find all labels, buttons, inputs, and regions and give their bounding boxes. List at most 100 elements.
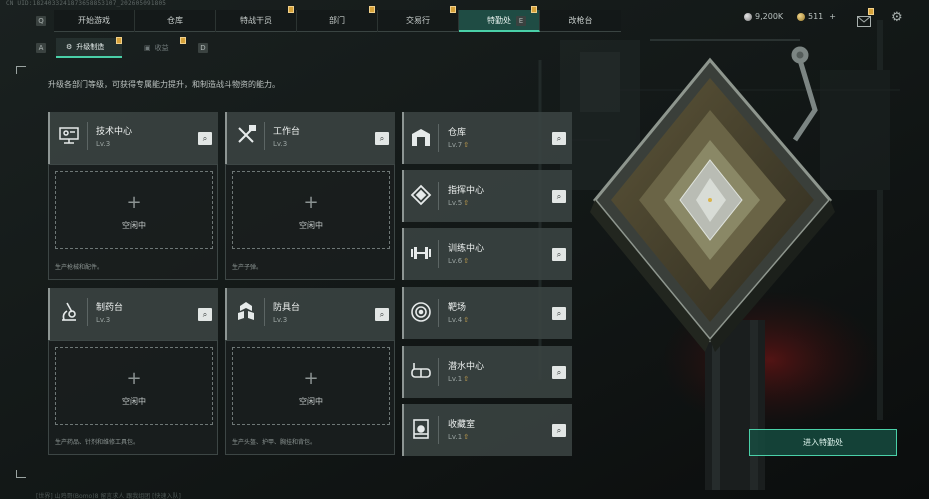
subtab-prev-key-hint[interactable]: A	[36, 43, 46, 53]
divider	[87, 298, 88, 326]
workshop-card-pharmacy[interactable]: 制药台 Lv.3 ⌕	[48, 288, 218, 340]
upgrade-arrow-icon: ⇧	[463, 199, 470, 207]
production-slot[interactable]: + 空闲中	[55, 171, 213, 249]
production-slot[interactable]: + 空闲中	[232, 347, 390, 425]
production-description: 生产头盔、护甲、胸挂和背包。	[232, 439, 317, 446]
silver-amount: 9,200K	[755, 12, 784, 21]
armor-icon	[235, 300, 257, 322]
slot-status: 空闲中	[122, 221, 146, 230]
facility-name: 潜水中心	[448, 362, 485, 372]
facility-name: 指挥中心	[448, 186, 485, 196]
production-description: 生产子弹。	[232, 264, 263, 271]
player-uid-text: CN UID:1824033241873658853107_2026050918…	[6, 0, 167, 7]
workshop-level: Lv.3	[96, 316, 111, 324]
search-icon[interactable]: ⌕	[375, 132, 389, 145]
divider	[438, 299, 439, 327]
production-slot[interactable]: + 空闲中	[232, 171, 390, 249]
facility-card-diving-center[interactable]: 潜水中心 Lv.1⇧ ⌕	[402, 346, 572, 398]
workshop-card-workbench[interactable]: 工作台 Lv.3 ⌕	[225, 112, 395, 164]
search-icon[interactable]: ⌕	[198, 132, 212, 145]
facility-card-training-center[interactable]: 训练中心 Lv.6⇧ ⌕	[402, 228, 572, 280]
tab-label: 交易行	[406, 16, 430, 25]
subtab-next-key-hint[interactable]: D	[198, 43, 208, 53]
tab-label: 开始游戏	[78, 16, 110, 25]
slot-status: 空闲中	[299, 397, 323, 406]
tab-departments[interactable]: 部门	[297, 6, 378, 32]
warehouse-icon	[410, 126, 432, 148]
search-icon[interactable]: ⌕	[552, 307, 566, 320]
search-icon[interactable]: ⌕	[552, 132, 566, 145]
enter-special-service-button[interactable]: 进入特勤处	[749, 429, 897, 456]
mail-icon[interactable]	[857, 8, 874, 27]
settings-gear-icon[interactable]: ⚙	[891, 11, 903, 24]
upgrade-manufacture-icon: ⚙	[66, 43, 73, 51]
add-currency-icon[interactable]: +	[829, 12, 836, 21]
facility-card-command-center[interactable]: 指挥中心 Lv.5⇧ ⌕	[402, 170, 572, 222]
search-icon[interactable]: ⌕	[552, 190, 566, 203]
search-icon[interactable]: ⌕	[552, 248, 566, 261]
subtab-label: 收益	[154, 44, 169, 52]
notification-badge	[288, 6, 294, 13]
facility-level: Lv.1⇧	[448, 433, 469, 441]
frame-corner	[16, 66, 26, 74]
facility-card-warehouse[interactable]: 仓库 Lv.7⇧ ⌕	[402, 112, 572, 164]
tab-trade-market[interactable]: 交易行	[378, 6, 459, 32]
search-icon[interactable]: ⌕	[198, 308, 212, 321]
nav-next-key-hint[interactable]: E	[516, 16, 526, 26]
command-icon	[410, 184, 432, 206]
microscope-icon	[58, 300, 80, 322]
notification-badge	[868, 8, 874, 15]
add-plus-icon: +	[303, 368, 319, 389]
tab-warehouse[interactable]: 仓库	[135, 10, 216, 32]
notification-badge	[180, 37, 186, 44]
workshop-card-armor-bench[interactable]: 防具台 Lv.3 ⌕	[225, 288, 395, 340]
facility-card-collection-room[interactable]: 收藏室 Lv.1⇧ ⌕	[402, 404, 572, 456]
upgrade-arrow-icon: ⇧	[463, 316, 470, 324]
production-panel-armor-bench: + 空闲中 生产头盔、护甲、胸挂和背包。	[225, 340, 395, 455]
workshop-name: 工作台	[273, 127, 301, 137]
add-plus-icon: +	[303, 192, 319, 213]
diving-mask-icon	[410, 360, 432, 382]
level-text: Lv.1	[448, 375, 463, 383]
subtab-upgrade-manufacture[interactable]: ⚙ 升级制造	[56, 37, 122, 58]
notification-badge	[369, 6, 375, 13]
facility-level: Lv.4⇧	[448, 316, 469, 324]
search-icon[interactable]: ⌕	[375, 308, 389, 321]
production-description: 生产药品、针剂和维修工具包。	[55, 439, 140, 446]
facility-level: Lv.1⇧	[448, 375, 469, 383]
gold-amount: 511	[808, 12, 824, 21]
divider	[438, 182, 439, 210]
tab-start-game[interactable]: 开始游戏	[54, 10, 135, 32]
facility-name: 训练中心	[448, 244, 485, 254]
tab-operators[interactable]: 特战干员	[216, 6, 297, 32]
facility-name: 收藏室	[448, 420, 476, 430]
divider	[264, 122, 265, 150]
chat-message-line[interactable]: [世界] 山鸡哥(Bomo)8 留言求人 跟我组团 [快速入队]	[36, 491, 181, 499]
workshop-name: 制药台	[96, 303, 124, 313]
tab-gunsmith[interactable]: 改枪台	[540, 10, 621, 32]
level-text: Lv.6	[448, 257, 463, 265]
workshop-name: 技术中心	[96, 127, 133, 137]
subtab-earnings[interactable]: ▣ 收益	[134, 37, 190, 58]
level-text: Lv.1	[448, 433, 463, 441]
workshop-level: Lv.3	[273, 140, 288, 148]
tab-label: 改枪台	[568, 16, 593, 25]
tools-icon	[235, 124, 257, 146]
production-panel-workbench: + 空闲中 生产子弹。	[225, 164, 395, 280]
divider	[264, 298, 265, 326]
workshop-card-tech-center[interactable]: 技术中心 Lv.3 ⌕	[48, 112, 218, 164]
nav-prev-key-hint[interactable]: Q	[36, 16, 46, 26]
subtab-label: 升级制造	[76, 43, 105, 51]
production-slot[interactable]: + 空闲中	[55, 347, 213, 425]
silver-currency[interactable]: 9,200K	[744, 12, 783, 21]
gold-currency[interactable]: 511 +	[797, 12, 836, 21]
page-description: 升级各部门等级，可获得专属能力提升，和制造战斗物资的能力。	[48, 80, 280, 89]
upgrade-arrow-icon: ⇧	[463, 433, 470, 441]
add-plus-icon: +	[126, 368, 142, 389]
facility-card-shooting-range[interactable]: 靶场 Lv.4⇧ ⌕	[402, 287, 572, 339]
silver-coin-icon	[744, 12, 752, 21]
tab-special-service[interactable]: 特勤处	[459, 6, 540, 32]
search-icon[interactable]: ⌕	[552, 366, 566, 379]
upgrade-arrow-icon: ⇧	[463, 375, 470, 383]
search-icon[interactable]: ⌕	[552, 424, 566, 437]
